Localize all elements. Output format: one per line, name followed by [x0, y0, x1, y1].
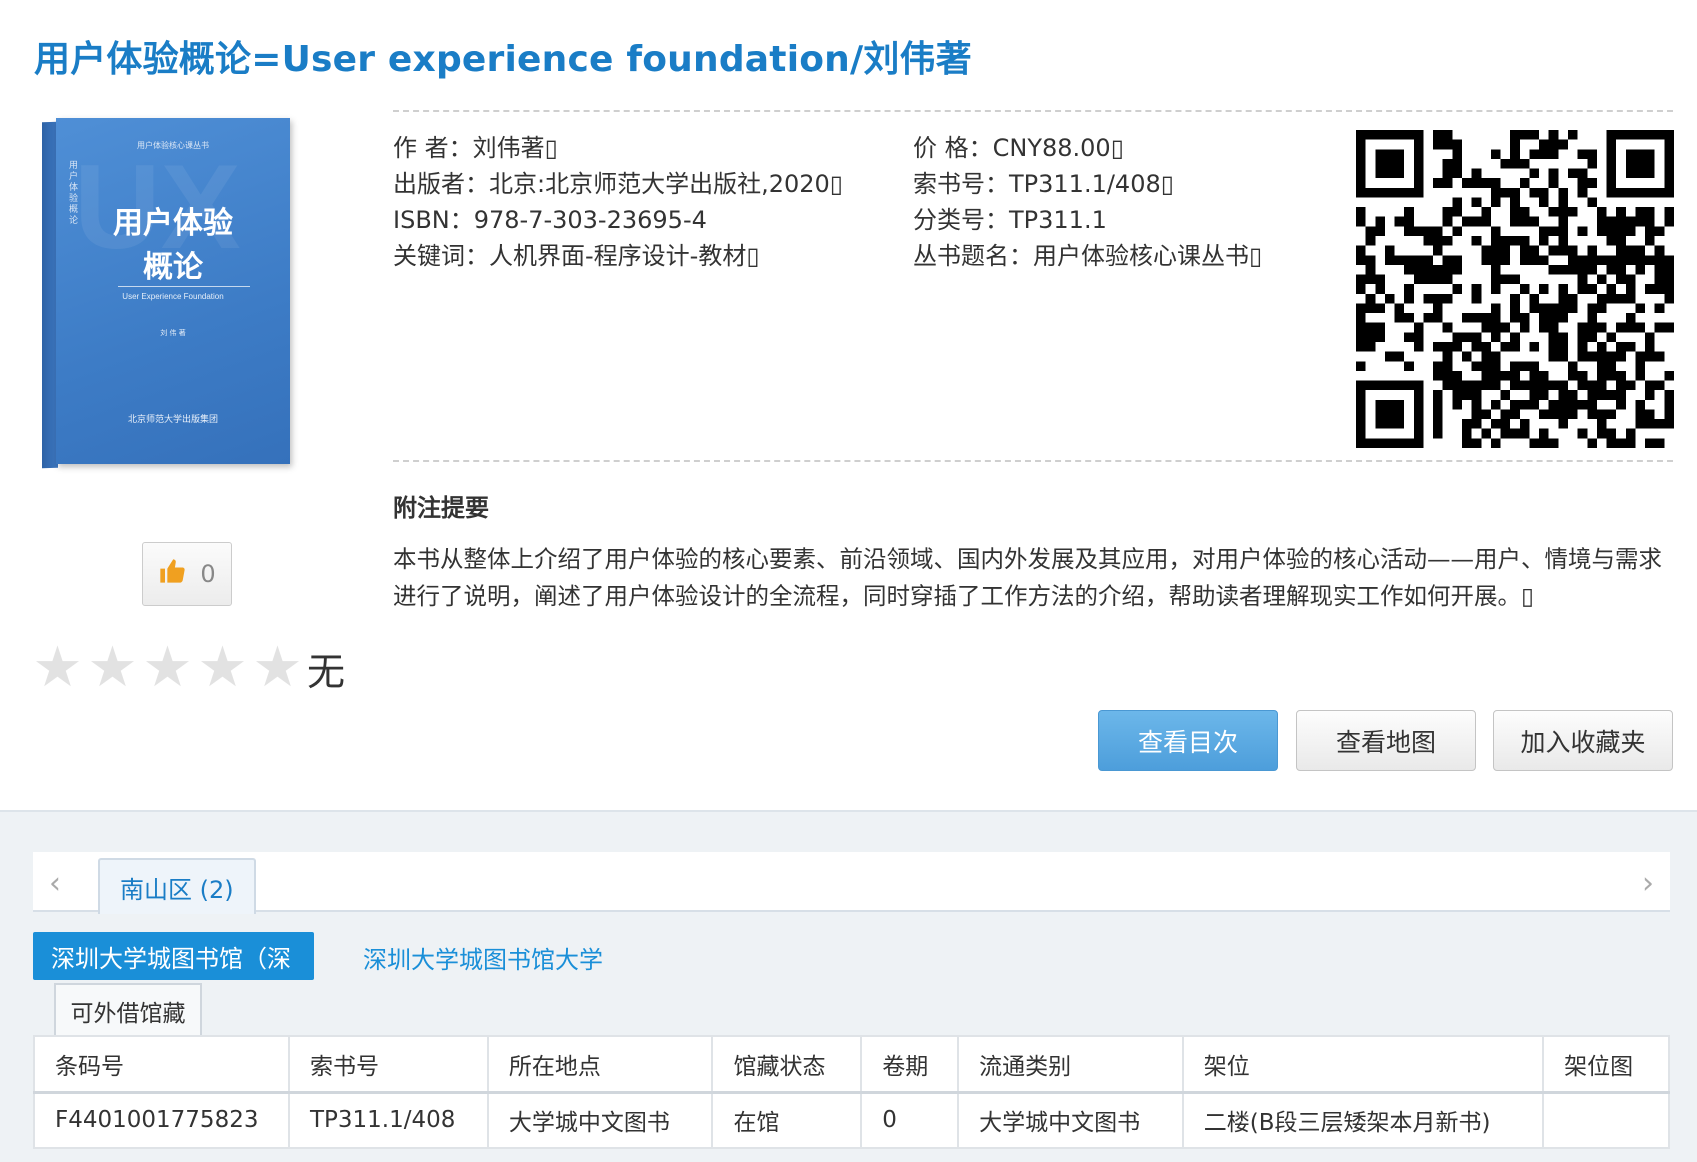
holdings-table: 条码号 索书号 所在地点 馆藏状态 卷期 流通类别 架位 架位图 F440100…	[33, 1035, 1670, 1149]
subtab-lendable[interactable]: 可外借馆藏	[54, 983, 202, 1037]
column-header: 所在地点	[486, 1035, 714, 1093]
thumbs-up-icon	[158, 557, 186, 592]
like-count: 0	[200, 560, 216, 588]
like-button[interactable]: 0	[142, 542, 232, 606]
cover-front: UX 用户体验核心课丛书 用户体验概论 用户体验 概论 User Experie…	[56, 118, 290, 464]
meta-isbn: ISBN：978-7-303-23695-4	[393, 206, 707, 234]
cell-call-number: TP311.1/408	[287, 1090, 489, 1149]
region-tab-bar: ‹ ›	[33, 852, 1670, 912]
meta-price: 价 格：CNY88.00▯	[913, 134, 1124, 162]
divider-middle	[393, 460, 1673, 462]
cover-publisher-logo: 北京师范大学出版集团	[127, 415, 218, 425]
meta-series: 丛书题名：用户体验核心课丛书▯	[913, 242, 1263, 270]
meta-call-number: 索书号：TP311.1/408▯	[913, 170, 1174, 198]
library-tab-active[interactable]: 深圳大学城图书馆（深	[33, 932, 314, 980]
cover-author: 刘 伟 著	[160, 329, 186, 337]
chevron-left-icon[interactable]: ‹	[49, 866, 61, 901]
cover-title-line1: 用户体验	[113, 206, 233, 241]
cell-shelf-map[interactable]	[1542, 1090, 1670, 1149]
rating: ★ ★ ★ ★ ★ 无	[30, 640, 345, 696]
cell-location: 大学城中文图书	[486, 1090, 714, 1149]
qr-code-image	[1356, 130, 1674, 448]
table-row: F4401001775823 TP311.1/408 大学城中文图书 在馆 0 …	[33, 1090, 1670, 1149]
cell-volume: 0	[860, 1090, 960, 1149]
divider-top	[393, 110, 1673, 112]
cover-subtitle: User Experience Foundation	[122, 292, 224, 301]
cell-barcode: F4401001775823	[33, 1090, 290, 1149]
column-header: 架位图	[1542, 1035, 1670, 1093]
cover-divider	[118, 286, 250, 287]
rating-text: 无	[307, 649, 346, 694]
book-cover-image: UX 用户体验核心课丛书 用户体验概论 用户体验 概论 User Experie…	[42, 118, 290, 469]
star-icon[interactable]: ★	[250, 640, 305, 696]
cell-status: 在馆	[711, 1090, 863, 1149]
column-header: 架位	[1181, 1035, 1545, 1093]
cover-series: 用户体验核心课丛书	[137, 141, 209, 150]
cell-circulation-type: 大学城中文图书	[957, 1090, 1184, 1149]
meta-publisher: 出版者：北京:北京师范大学出版社,2020▯	[393, 170, 843, 198]
star-icon[interactable]: ★	[30, 640, 85, 696]
book-title: 用户体验概论=User experience foundation/刘伟著	[34, 39, 972, 80]
meta-author: 作 者：刘伟著▯	[393, 134, 558, 162]
view-toc-button[interactable]: 查看目次	[1098, 710, 1278, 771]
column-header: 索书号	[287, 1035, 489, 1093]
chevron-right-icon[interactable]: ›	[1642, 866, 1654, 901]
tab-region-nanshan[interactable]: 南山区 (2)	[98, 858, 256, 914]
cell-shelf: 二楼(B段三层矮架本月新书)	[1181, 1090, 1545, 1149]
meta-left: 作 者：刘伟著▯ 出版者：北京:北京师范大学出版社,2020▯ ISBN：978…	[393, 130, 893, 274]
column-header: 条码号	[33, 1035, 290, 1093]
meta-class-number: 分类号：TP311.1	[913, 206, 1107, 234]
abstract-heading: 附注提要	[393, 494, 489, 522]
cover-title-line2: 概论	[143, 250, 203, 285]
abstract-text: 本书从整体上介绍了用户体验的核心要素、前沿领域、国内外发展及其应用，对用户体验的…	[393, 545, 1662, 610]
column-header: 卷期	[860, 1035, 960, 1093]
column-header: 流通类别	[957, 1035, 1184, 1093]
library-tab[interactable]: 深圳大学城图书馆大学	[363, 940, 603, 975]
add-to-favorites-button[interactable]: 加入收藏夹	[1493, 710, 1673, 771]
star-icon[interactable]: ★	[140, 640, 195, 696]
star-icon[interactable]: ★	[85, 640, 140, 696]
table-header-row: 条码号 索书号 所在地点 馆藏状态 卷期 流通类别 架位 架位图	[33, 1035, 1670, 1093]
meta-right: 价 格：CNY88.00▯ 索书号：TP311.1/408▯ 分类号：TP311…	[913, 130, 1353, 274]
view-map-button[interactable]: 查看地图	[1296, 710, 1476, 771]
star-icon[interactable]: ★	[195, 640, 250, 696]
column-header: 馆藏状态	[711, 1035, 863, 1093]
meta-keywords: 关键词：人机界面-程序设计-教材▯	[393, 242, 760, 270]
